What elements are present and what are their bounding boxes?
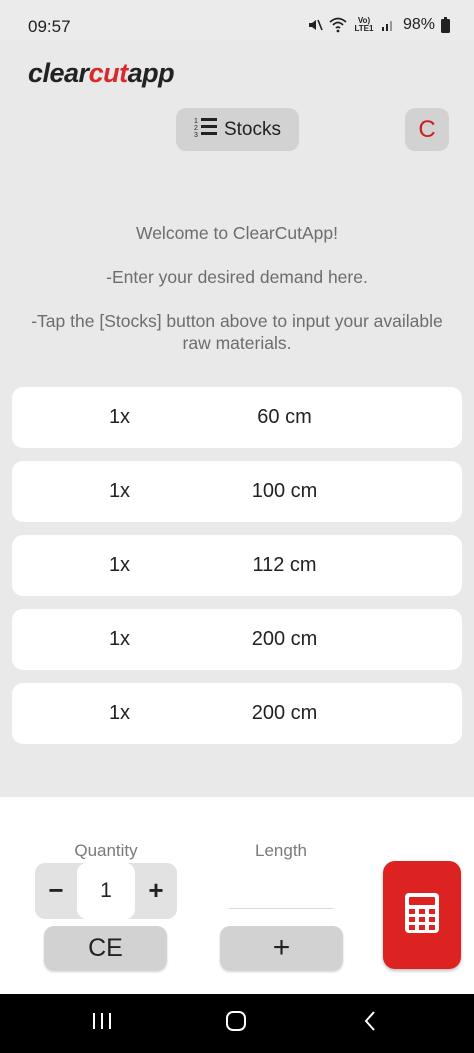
numbered-list-icon: 1 2 3 <box>194 116 218 144</box>
logo-part-app: app <box>127 58 175 88</box>
app-logo: clearcutapp <box>28 58 175 89</box>
length-input[interactable] <box>229 869 333 909</box>
demand-quantity: 1x <box>108 406 131 428</box>
status-icons: Vo) LTE1 98% <box>307 16 450 34</box>
demand-quantity: 1x <box>108 702 131 724</box>
svg-text:1: 1 <box>194 118 198 125</box>
demand-row[interactable]: 1x 100 cm <box>12 461 462 522</box>
logo-part-cut: cut <box>88 58 129 88</box>
home-button[interactable] <box>206 994 266 1053</box>
demand-row[interactable]: 1x 200 cm <box>12 609 462 670</box>
quantity-value[interactable]: 1 <box>77 863 135 919</box>
clear-all-label: C <box>418 115 436 143</box>
increment-button[interactable]: + <box>135 863 177 919</box>
system-nav-bar <box>0 994 474 1053</box>
demand-length: 100 cm <box>251 480 318 502</box>
battery-icon <box>441 17 450 33</box>
calculate-button[interactable] <box>383 861 461 969</box>
welcome-line-2: -Enter your desired demand here. <box>106 267 368 287</box>
demand-row[interactable]: 1x 60 cm <box>12 387 462 448</box>
input-panel: Quantity Length − 1 + CE + <box>0 797 474 994</box>
quantity-stepper: − 1 + <box>35 863 177 919</box>
home-icon <box>225 1010 247 1037</box>
demand-row[interactable]: 1x 200 cm <box>12 683 462 744</box>
welcome-line-1: Welcome to ClearCutApp! <box>136 223 338 243</box>
welcome-message: Welcome to ClearCutApp! -Enter your desi… <box>30 222 444 376</box>
svg-text:3: 3 <box>194 132 198 138</box>
demand-list: 1x 60 cm 1x 100 cm 1x 112 cm 1x 200 cm 1… <box>12 387 462 757</box>
battery-percent: 98% <box>402 16 435 33</box>
recents-button[interactable] <box>72 994 132 1053</box>
add-demand-button[interactable]: + <box>220 926 343 970</box>
decrement-button[interactable]: − <box>35 863 77 919</box>
back-button[interactable] <box>340 994 400 1053</box>
demand-length: 200 cm <box>251 628 318 650</box>
recents-icon <box>91 1011 113 1036</box>
status-time: 09:57 <box>28 17 71 36</box>
signal-icon <box>381 18 395 32</box>
demand-length: 60 cm <box>257 406 312 428</box>
demand-quantity: 1x <box>108 554 131 576</box>
quantity-label: Quantity <box>74 841 138 860</box>
demand-length: 200 cm <box>251 702 318 724</box>
clear-entry-button[interactable]: CE <box>44 926 167 970</box>
svg-text:2: 2 <box>194 125 198 132</box>
demand-length: 112 cm <box>252 554 317 576</box>
demand-quantity: 1x <box>108 628 131 650</box>
status-bar: 09:57 Vo) LTE1 98% <box>0 0 474 40</box>
mute-icon <box>307 17 323 33</box>
back-icon <box>363 1010 377 1037</box>
demand-row[interactable]: 1x 112 cm <box>12 535 462 596</box>
demand-quantity: 1x <box>108 480 131 502</box>
wifi-icon <box>329 17 347 33</box>
logo-part-clear: clear <box>28 58 89 88</box>
clear-all-button[interactable]: C <box>405 108 449 151</box>
lte-icon: Vo) LTE1 <box>354 16 374 33</box>
welcome-line-3: -Tap the [Stocks] button above to input … <box>31 311 443 353</box>
stocks-button-label: Stocks <box>223 118 282 140</box>
length-label: Length <box>255 841 307 860</box>
stocks-button[interactable]: 1 2 3 Stocks <box>176 108 299 151</box>
calculator-icon <box>405 892 439 938</box>
